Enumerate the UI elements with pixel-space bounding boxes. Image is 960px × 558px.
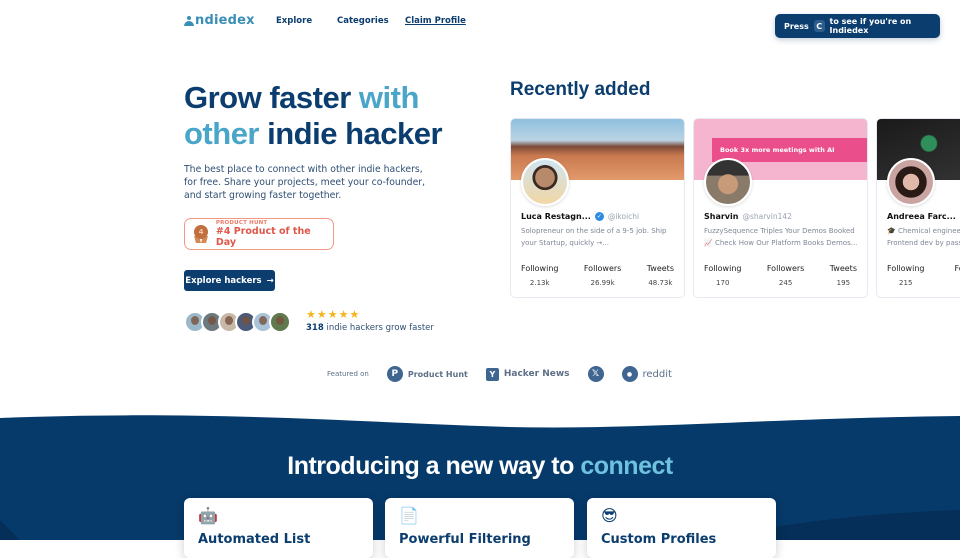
document-icon: 📄 [399,506,419,525]
title-highlight: with [359,80,419,115]
hero-title: Grow faster with other indie hacker [184,80,442,152]
logo-person-icon [184,16,194,26]
profile-handle: @ikoichi [608,212,639,221]
featured-on-bar: Featured on PProduct Hunt YHacker News 𝕏… [327,366,672,382]
profile-handle: @sharvin142 [742,212,791,221]
nav-categories[interactable]: Categories [337,16,389,26]
verified-icon: ✓ [595,212,604,221]
profile-stats: Following2.13k Followers26.99k Tweets48.… [521,264,674,287]
featured-label: Featured on [327,370,369,378]
feature-card[interactable]: 🤖 Automated List [184,498,373,558]
x-icon: 𝕏 [588,366,604,382]
profile-name: Sharvin@sharvin142 [704,212,792,221]
arrow-right-icon: → [267,276,274,286]
profile-bio: 🎓 Chemical engineerFrontend dev by passi… [887,226,960,249]
reddit-icon: ● [622,366,638,382]
avatar [521,158,569,206]
nav-explore[interactable]: Explore [276,16,312,26]
nav-claim-profile[interactable]: Claim Profile [405,16,466,26]
press-c-button[interactable]: Press C to see if you're on Indiedex [775,14,940,38]
avatar [887,158,935,206]
medal-icon: 4 [194,225,208,243]
button-label: Explore hackers [185,276,261,286]
robot-icon: 🤖 [198,506,218,525]
product-hunt-badge[interactable]: 4 PRODUCT HUNT #4 Product of the Day [184,218,334,250]
avatar [704,158,752,206]
featured-product-hunt[interactable]: PProduct Hunt [387,366,468,382]
profile-bio: FuzzySequence Triples Your Demos Booked📈… [704,226,862,249]
top-nav: ndiedex Explore Categories Claim Profile… [0,0,960,44]
press-prefix: Press [784,22,809,31]
profile-name: Luca Restagn...✓@ikoichi [521,212,639,221]
logo[interactable]: ndiedex [184,13,255,28]
recently-added-title: Recently added [510,79,650,101]
profile-card[interactable]: Luca Restagn...✓@ikoichi Solopreneur on … [510,118,685,298]
hacker-news-icon: Y [486,368,499,381]
featured-reddit[interactable]: ●reddit [622,366,672,382]
avatar [269,311,291,333]
rating-stars: ★★★★★ [306,308,360,321]
badge-title: #4 Product of the Day [216,226,333,248]
featured-hacker-news[interactable]: YHacker News [486,368,570,381]
intro-title: Introducing a new way to connect [0,452,960,481]
explore-hackers-button[interactable]: Explore hackers → [184,270,275,291]
feature-card[interactable]: 📄 Powerful Filtering [385,498,574,558]
profile-stats: Following215 Followers2 [887,264,960,287]
featured-x[interactable]: 𝕏 [588,366,604,382]
title-highlight: other [184,116,259,151]
product-hunt-icon: P [387,366,403,382]
feature-card[interactable]: 😎 Custom Profiles [587,498,776,558]
keyboard-key: C [814,20,825,32]
sunglasses-face-icon: 😎 [601,506,618,525]
avatar-group [184,311,286,333]
title-part: Grow faster [184,80,359,115]
profile-name: Andreea Farc...@A [887,212,960,221]
hero-subtitle: The best place to connect with other ind… [184,163,434,202]
title-part: indie hacker [259,116,442,151]
profile-card[interactable]: Book 3x more meetings with AI Sharvin@sh… [693,118,868,298]
press-suffix: to see if you're on Indiedex [830,17,940,35]
profile-card[interactable]: Andreea Farc...@A 🎓 Chemical engineerFro… [876,118,960,298]
grow-count: 318 indie hackers grow faster [306,323,434,333]
profile-stats: Following170 Followers245 Tweets195 [704,264,857,287]
profile-bio: Solopreneur on the side of a 9-5 job. Sh… [521,226,679,249]
logo-text: ndiedex [195,13,255,28]
